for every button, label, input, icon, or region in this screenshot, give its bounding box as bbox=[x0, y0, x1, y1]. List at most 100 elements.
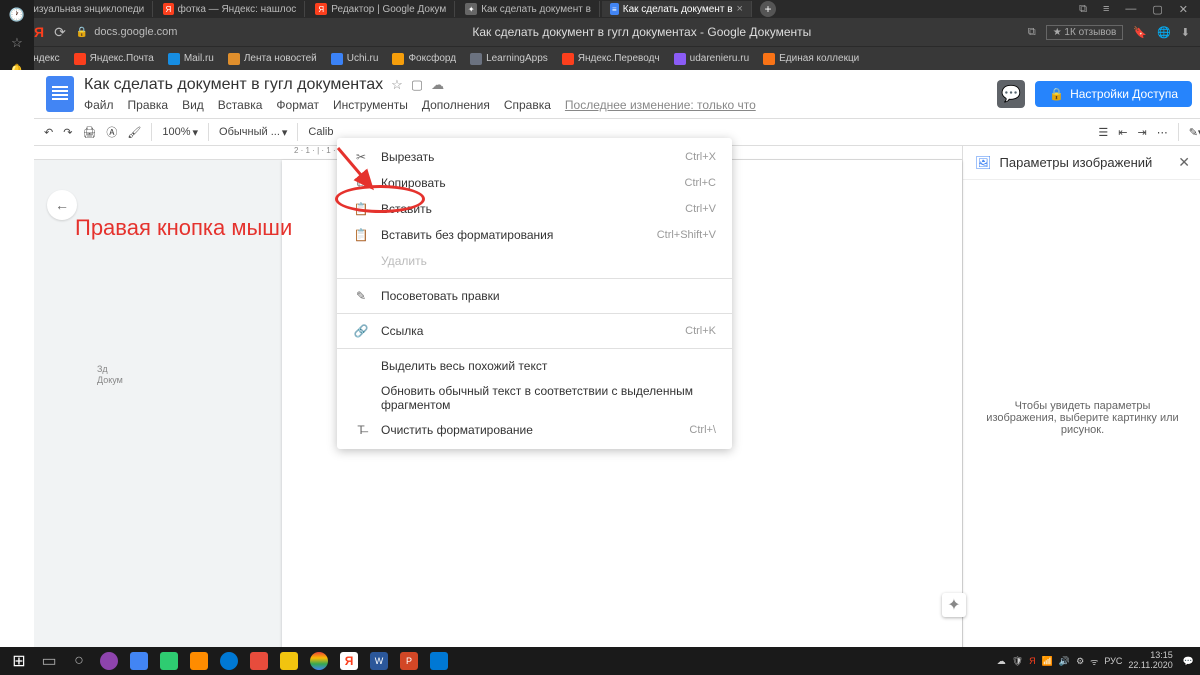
favicon-icon: Я bbox=[315, 3, 327, 15]
menu-insert[interactable]: Вставка bbox=[218, 98, 263, 112]
print-button[interactable]: 🖨 bbox=[82, 126, 96, 139]
download-icon[interactable]: ⬇ bbox=[1181, 26, 1190, 39]
minimize-icon[interactable]: — bbox=[1125, 3, 1136, 16]
taskbar-app[interactable] bbox=[126, 650, 152, 672]
docs-logo-icon[interactable] bbox=[46, 76, 74, 112]
explore-button[interactable]: ✦ bbox=[942, 593, 966, 617]
menu-tools[interactable]: Инструменты bbox=[333, 98, 408, 112]
translate-icon[interactable]: 🌐 bbox=[1157, 26, 1171, 39]
star-outline-icon[interactable]: ☆ bbox=[391, 77, 403, 93]
editing-mode-button[interactable]: ✎▾ bbox=[1189, 126, 1200, 139]
zoom-select[interactable]: 100%▾ bbox=[162, 126, 198, 139]
new-tab-button[interactable]: + bbox=[760, 1, 776, 17]
taskbar-app[interactable] bbox=[246, 650, 272, 672]
cm-suggest[interactable]: ✎Посоветовать правки bbox=[337, 283, 732, 309]
style-select[interactable]: Обычный ...▾ bbox=[219, 126, 287, 139]
redo-button[interactable]: ↷ bbox=[63, 126, 72, 139]
spellcheck-button[interactable]: Ⓐ bbox=[106, 124, 117, 140]
cm-link[interactable]: 🔗СсылкаCtrl+K bbox=[337, 318, 732, 344]
document-title[interactable]: Как сделать документ в гугл документах bbox=[84, 76, 383, 94]
close-icon[interactable]: × bbox=[737, 3, 743, 15]
reload-button[interactable]: ⟳ bbox=[54, 24, 66, 41]
task-view-button[interactable]: ▭ bbox=[36, 650, 62, 672]
link-icon: 🔗 bbox=[353, 323, 369, 339]
tray-icon[interactable]: 🔊 bbox=[1059, 656, 1070, 667]
taskbar-app[interactable] bbox=[156, 650, 182, 672]
cm-copy[interactable]: ⧉КопироватьCtrl+C bbox=[337, 170, 732, 196]
tray-icon[interactable]: ☁ bbox=[997, 656, 1006, 667]
copy-icon[interactable]: ⧉ bbox=[1079, 3, 1087, 16]
share-button[interactable]: 🔒 Настройки Доступа bbox=[1035, 81, 1192, 107]
close-sidebar-button[interactable]: ✕ bbox=[1178, 154, 1190, 171]
menu-format[interactable]: Формат bbox=[276, 98, 319, 112]
bookmark-item[interactable]: Яндекс.Почта bbox=[74, 53, 154, 65]
maximize-icon[interactable]: ▢ bbox=[1152, 3, 1162, 16]
tray-clock[interactable]: 13:15 22.11.2020 bbox=[1128, 651, 1176, 671]
start-button[interactable]: ⊞ bbox=[6, 650, 32, 672]
taskbar-app[interactable] bbox=[306, 650, 332, 672]
cm-paste-plain[interactable]: 📋Вставить без форматированияCtrl+Shift+V bbox=[337, 222, 732, 248]
tab-4-active[interactable]: ≡Как сделать документ в× bbox=[602, 1, 752, 17]
clock-icon[interactable]: 🕐 bbox=[8, 6, 26, 24]
url-input[interactable]: 🔒 docs.google.com bbox=[76, 26, 256, 38]
bookmark-icon[interactable]: 🔖 bbox=[1133, 26, 1147, 39]
bookmark-item[interactable]: Единая коллекци bbox=[763, 53, 859, 65]
indent-decrease-button[interactable]: ⇤ bbox=[1118, 126, 1127, 139]
cm-clear-format[interactable]: T̶Очистить форматированиеCtrl+\ bbox=[337, 417, 732, 443]
taskbar-app[interactable] bbox=[96, 650, 122, 672]
folder-move-icon[interactable]: ▢ bbox=[411, 77, 423, 93]
bookmark-item[interactable]: Mail.ru bbox=[168, 53, 214, 65]
tray-icon[interactable]: 📶 bbox=[1042, 656, 1053, 667]
popout-icon[interactable]: ⧉ bbox=[1028, 26, 1036, 39]
tray-language[interactable]: РУС bbox=[1104, 656, 1122, 666]
notifications-icon[interactable]: 💬 bbox=[1183, 656, 1194, 667]
taskbar-app[interactable]: Я bbox=[336, 650, 362, 672]
last-edit-link[interactable]: Последнее изменение: только что bbox=[565, 98, 756, 112]
bookmark-item[interactable]: LearningApps bbox=[470, 53, 548, 65]
cm-update-style[interactable]: Обновить обычный текст в соответствии с … bbox=[337, 379, 732, 417]
tab-3[interactable]: ✦Как сделать документ в bbox=[457, 1, 600, 17]
bullet-list-button[interactable]: ☰ bbox=[1098, 126, 1108, 139]
outline-back-button[interactable]: ← bbox=[47, 190, 77, 220]
reviews-badge[interactable]: ★ 1К отзывов bbox=[1046, 25, 1124, 40]
search-button[interactable]: ○ bbox=[66, 650, 92, 672]
menu-view[interactable]: Вид bbox=[182, 98, 204, 112]
undo-button[interactable]: ↶ bbox=[44, 126, 53, 139]
star-icon[interactable]: ☆ bbox=[8, 34, 26, 52]
bookmark-item[interactable]: Яндекс.Переводч bbox=[562, 53, 660, 65]
close-window-icon[interactable]: ✕ bbox=[1179, 3, 1188, 16]
paint-format-button[interactable]: 🖌 bbox=[127, 126, 141, 139]
bookmark-item[interactable]: Фоксфорд bbox=[392, 53, 456, 65]
menu-addons[interactable]: Дополнения bbox=[422, 98, 490, 112]
cm-paste[interactable]: 📋ВставитьCtrl+V bbox=[337, 196, 732, 222]
comments-button[interactable]: 💬 bbox=[997, 80, 1025, 108]
cm-cut[interactable]: ✂ВырезатьCtrl+X bbox=[337, 144, 732, 170]
bookmark-item[interactable]: udarenieru.ru bbox=[674, 53, 749, 65]
more-button[interactable]: ⋯ bbox=[1157, 126, 1168, 139]
tray-icon[interactable]: Я bbox=[1029, 656, 1036, 666]
bookmark-item[interactable]: Uchi.ru bbox=[331, 53, 379, 65]
address-bar: ← Я ⟳ 🔒 docs.google.com Как сделать доку… bbox=[0, 18, 1200, 46]
tray-icon[interactable]: ⚙ bbox=[1076, 656, 1084, 667]
font-select[interactable]: Calib bbox=[308, 126, 333, 138]
menu-help[interactable]: Справка bbox=[504, 98, 551, 112]
tab-2[interactable]: ЯРедактор | Google Докум bbox=[307, 1, 455, 17]
tab-1[interactable]: Яфотка — Яндекс: нашлос bbox=[155, 1, 305, 17]
taskbar-app[interactable] bbox=[186, 650, 212, 672]
tray-icon[interactable]: 🛡 bbox=[1012, 656, 1023, 667]
taskbar-app[interactable] bbox=[216, 650, 242, 672]
menu-file[interactable]: Файл bbox=[84, 98, 114, 112]
menu-edit[interactable]: Правка bbox=[128, 98, 169, 112]
taskbar-app[interactable] bbox=[276, 650, 302, 672]
clear-format-icon: T̶ bbox=[353, 422, 369, 438]
yandex-home-button[interactable]: Я bbox=[34, 24, 44, 40]
cm-select-similar[interactable]: Выделить весь похожий текст bbox=[337, 353, 732, 379]
bookmark-item[interactable]: Лента новостей bbox=[228, 53, 317, 65]
separator bbox=[208, 123, 209, 141]
tray-icon[interactable]: ᯤ bbox=[1090, 655, 1098, 668]
indent-increase-button[interactable]: ⇥ bbox=[1138, 126, 1147, 139]
taskbar-app[interactable]: P bbox=[396, 650, 422, 672]
taskbar-app[interactable]: W bbox=[366, 650, 392, 672]
taskbar-app[interactable] bbox=[426, 650, 452, 672]
menu-icon[interactable]: ≡ bbox=[1103, 3, 1109, 16]
